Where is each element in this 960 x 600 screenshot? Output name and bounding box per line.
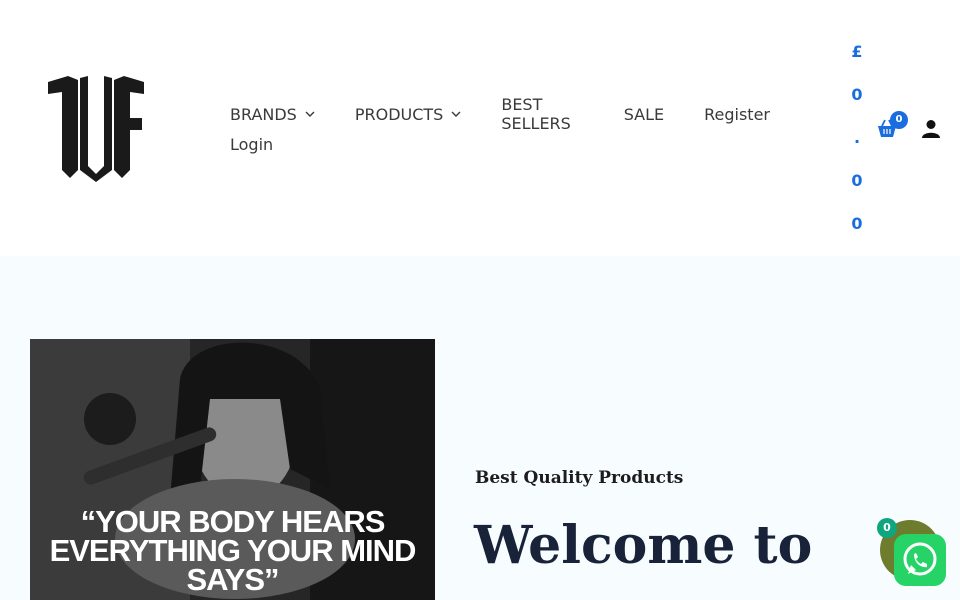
cart-total-char: 0 <box>851 171 863 190</box>
hero-image-quote: “YOUR BODY HEARS EVERYTHING YOUR MIND SA… <box>49 504 417 597</box>
site-header: BRANDS PRODUCTS BEST SELLERS SALE Regist… <box>0 0 960 256</box>
cart-total-char: 0 <box>851 85 863 104</box>
nav-item-label: BRANDS <box>230 104 297 124</box>
hero-tagline: Best Quality Products <box>475 468 684 488</box>
chevron-down-icon <box>305 111 315 117</box>
nav-item-brands[interactable]: BRANDS <box>230 105 315 124</box>
user-icon[interactable] <box>921 119 941 139</box>
chevron-down-icon <box>451 111 461 117</box>
tuf-logo[interactable] <box>44 70 148 182</box>
nav-item-label: BEST SELLERS <box>501 95 571 133</box>
nav-item-label: Login <box>230 134 274 154</box>
hero-heading: Welcome to <box>474 515 813 576</box>
cart-count-badge: 0 <box>890 111 908 129</box>
whatsapp-icon <box>903 542 937 576</box>
nav-item-register[interactable]: Register <box>704 105 770 124</box>
cart-total[interactable]: £ 0 . 0 0 <box>850 30 864 245</box>
nav-item-label: PRODUCTS <box>354 104 444 124</box>
cart-total-char: £ <box>851 42 863 61</box>
cart-total-char: 0 <box>851 214 863 233</box>
nav-item-best-sellers[interactable]: BEST SELLERS <box>501 95 583 133</box>
cart-total-char: . <box>853 128 861 147</box>
nav-item-sale[interactable]: SALE <box>624 105 664 124</box>
nav-item-label: Register <box>704 104 770 124</box>
hero-image: “YOUR BODY HEARS EVERYTHING YOUR MIND SA… <box>30 339 435 600</box>
whatsapp-button[interactable] <box>894 534 946 586</box>
main-nav: BRANDS PRODUCTS BEST SELLERS SALE Regist… <box>230 95 810 158</box>
nav-item-login[interactable]: Login <box>230 135 273 154</box>
nav-item-products[interactable]: PRODUCTS <box>355 105 462 124</box>
nav-item-label: SALE <box>623 104 665 124</box>
